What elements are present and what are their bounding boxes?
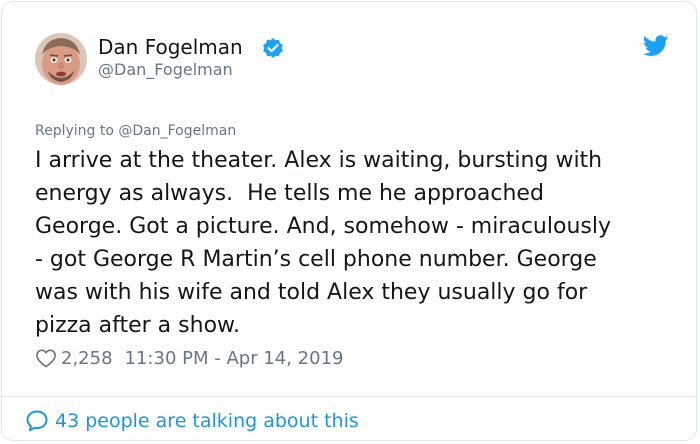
- replying-to[interactable]: Replying to @Dan_Fogelman: [35, 122, 236, 140]
- like-count[interactable]: 2,258: [61, 348, 113, 369]
- conversation-link[interactable]: 43 people are talking about this: [25, 407, 359, 435]
- heart-icon[interactable]: [35, 348, 57, 368]
- conversation-text[interactable]: 43 people are talking about this: [55, 410, 359, 432]
- tweet-meta: 2,258 11:30 PM - Apr 14, 2019: [35, 346, 343, 370]
- avatar[interactable]: [35, 33, 87, 85]
- speech-bubble-icon: [25, 409, 49, 433]
- tweet-card: Dan Fogelman @Dan_Fogelman Replying to @…: [1, 1, 697, 441]
- author-handle[interactable]: @Dan_Fogelman: [98, 60, 233, 80]
- divider: [2, 396, 696, 397]
- verified-badge-icon: [262, 37, 284, 59]
- twitter-bird-icon[interactable]: [642, 35, 669, 57]
- timestamp[interactable]: 11:30 PM - Apr 14, 2019: [125, 348, 344, 369]
- author-name[interactable]: Dan Fogelman: [98, 35, 243, 59]
- tweet-text: I arrive at the theater. Alex is waiting…: [35, 148, 611, 338]
